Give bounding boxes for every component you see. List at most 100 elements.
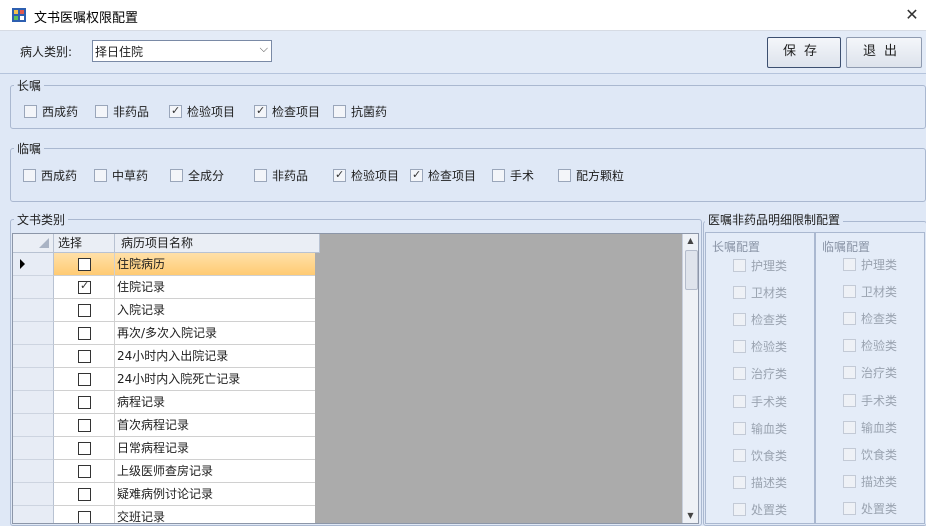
nondrug-temp-option[interactable]: 卫材类 (843, 283, 897, 301)
select-cell[interactable] (54, 391, 115, 414)
temporary-option[interactable]: 配方颗粒 (558, 167, 624, 185)
table-row[interactable]: 住院病历 (13, 253, 315, 276)
row-header[interactable] (13, 253, 54, 276)
checkbox-icon[interactable] (78, 304, 91, 317)
temporary-option[interactable]: 检验项目 (333, 166, 399, 185)
checkbox-icon[interactable] (843, 366, 856, 380)
checkbox-icon[interactable] (558, 169, 571, 182)
table-row[interactable]: 病程记录 (13, 391, 315, 414)
row-header[interactable] (13, 299, 54, 322)
checkbox-icon[interactable] (23, 169, 36, 182)
nondrug-temp-option[interactable]: 输血类 (843, 419, 897, 437)
row-header[interactable] (13, 506, 54, 523)
select-cell[interactable] (54, 299, 115, 322)
nondrug-long-option[interactable]: 护理类 (733, 257, 787, 275)
nondrug-temp-option[interactable]: 护理类 (843, 256, 897, 274)
exit-button[interactable]: 退出 (846, 37, 922, 68)
table-row[interactable]: 交班记录 (13, 506, 315, 523)
nondrug-temp-option[interactable]: 饮食类 (843, 446, 897, 464)
nondrug-temp-option[interactable]: 手术类 (843, 392, 897, 410)
table-row[interactable]: 疑难病例讨论记录 (13, 483, 315, 506)
checkbox-icon[interactable] (333, 105, 346, 118)
nondrug-temp-option[interactable]: 检验类 (843, 337, 897, 355)
checkbox-icon[interactable] (254, 102, 267, 120)
checkbox-icon[interactable] (733, 367, 746, 381)
temporary-option[interactable]: 中草药 (94, 167, 148, 185)
nondrug-long-option[interactable]: 检验类 (733, 338, 787, 356)
nondrug-temp-option[interactable]: 描述类 (843, 473, 897, 491)
name-cell[interactable]: 入院记录 (115, 299, 315, 322)
temporary-option[interactable]: 非药品 (254, 167, 308, 185)
name-cell[interactable]: 24小时内入院死亡记录 (115, 368, 315, 391)
select-cell[interactable] (54, 414, 115, 437)
nondrug-long-option[interactable]: 处置类 (733, 501, 787, 519)
checkbox-icon[interactable] (78, 373, 91, 386)
checkbox-icon[interactable] (733, 475, 746, 489)
grid-scrollbar[interactable]: ▲ ▼ (682, 234, 698, 523)
table-row[interactable]: 24小时内入出院记录 (13, 345, 315, 368)
nondrug-long-option[interactable]: 卫材类 (733, 284, 787, 302)
checkbox-icon[interactable] (733, 502, 746, 516)
checkbox-icon[interactable] (843, 501, 856, 515)
table-row[interactable]: 首次病程记录 (13, 414, 315, 437)
select-cell[interactable] (54, 322, 115, 345)
checkbox-icon[interactable] (170, 169, 183, 182)
row-header[interactable] (13, 368, 54, 391)
row-header[interactable] (13, 460, 54, 483)
select-cell[interactable] (54, 437, 115, 460)
checkbox-icon[interactable] (254, 169, 267, 182)
nondrug-long-option[interactable]: 治疗类 (733, 365, 787, 383)
select-cell[interactable] (54, 460, 115, 483)
checkbox-icon[interactable] (843, 447, 856, 461)
row-header[interactable] (13, 414, 54, 437)
table-row[interactable]: 入院记录 (13, 299, 315, 322)
checkbox-icon[interactable] (78, 488, 91, 501)
checkbox-icon[interactable] (95, 105, 108, 118)
long-term-option[interactable]: 检查项目 (254, 102, 320, 121)
checkbox-icon[interactable] (733, 448, 746, 462)
checkbox-icon[interactable] (78, 258, 91, 271)
checkbox-icon[interactable] (843, 420, 856, 434)
checkbox-icon[interactable] (78, 327, 91, 340)
checkbox-icon[interactable] (78, 465, 91, 478)
checkbox-icon[interactable] (78, 350, 91, 363)
row-header[interactable] (13, 345, 54, 368)
nondrug-long-option[interactable]: 手术类 (733, 393, 787, 411)
row-header[interactable] (13, 276, 54, 299)
name-cell[interactable]: 上级医师查房记录 (115, 460, 315, 483)
checkbox-icon[interactable] (78, 442, 91, 455)
patient-type-select[interactable]: 择日住院 ⌵ (92, 40, 272, 62)
row-header[interactable] (13, 483, 54, 506)
checkbox-icon[interactable] (24, 105, 37, 118)
row-header[interactable] (13, 322, 54, 345)
checkbox-icon[interactable] (492, 169, 505, 182)
checkbox-icon[interactable] (843, 339, 856, 353)
name-cell[interactable]: 病程记录 (115, 391, 315, 414)
name-cell[interactable]: 住院记录 (115, 276, 315, 299)
checkbox-icon[interactable] (78, 279, 91, 294)
scroll-thumb[interactable] (685, 250, 698, 290)
checkbox-icon[interactable] (78, 396, 91, 409)
checkbox-icon[interactable] (733, 259, 746, 272)
long-term-option[interactable]: 抗菌药 (333, 103, 387, 121)
table-row[interactable]: 上级医师查房记录 (13, 460, 315, 483)
close-icon[interactable]: ✕ (898, 0, 926, 30)
table-row[interactable]: 24小时内入院死亡记录 (13, 368, 315, 391)
checkbox-icon[interactable] (94, 169, 107, 182)
nondrug-long-option[interactable]: 检查类 (733, 311, 787, 329)
long-term-option[interactable]: 西成药 (24, 103, 78, 121)
checkbox-icon[interactable] (733, 313, 746, 327)
table-row[interactable]: 日常病程记录 (13, 437, 315, 460)
checkbox-icon[interactable] (169, 102, 182, 120)
column-header-name[interactable]: 病历项目名称 (115, 234, 320, 253)
select-cell[interactable] (54, 506, 115, 523)
checkbox-icon[interactable] (843, 258, 856, 271)
checkbox-icon[interactable] (843, 474, 856, 488)
checkbox-icon[interactable] (733, 394, 746, 408)
checkbox-icon[interactable] (78, 419, 91, 432)
name-cell[interactable]: 24小时内入出院记录 (115, 345, 315, 368)
select-cell[interactable] (54, 483, 115, 506)
name-cell[interactable]: 日常病程记录 (115, 437, 315, 460)
select-cell[interactable] (54, 276, 115, 299)
temporary-option[interactable]: 检查项目 (410, 166, 476, 185)
